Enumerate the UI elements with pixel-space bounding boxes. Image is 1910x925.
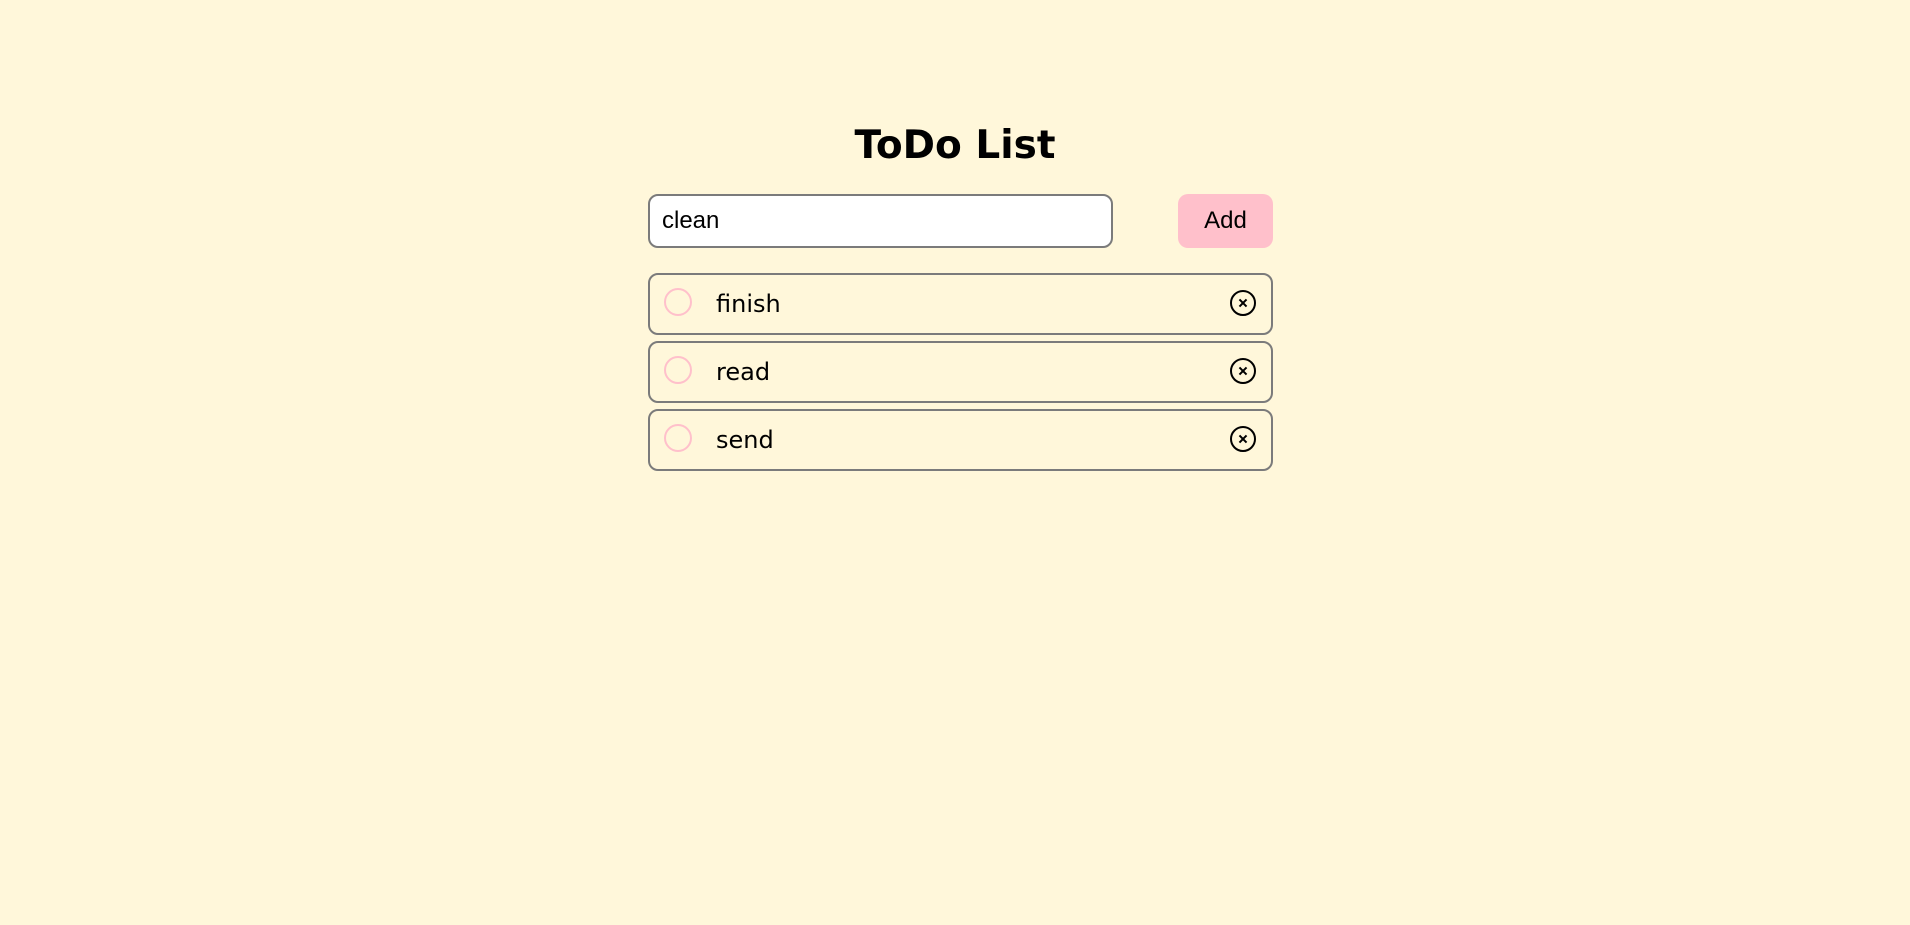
todo-text: send xyxy=(716,426,774,454)
empty-circle-icon[interactable] xyxy=(664,288,692,316)
todo-item: read xyxy=(648,341,1273,403)
close-circle-icon[interactable] xyxy=(1230,426,1256,452)
close-circle-icon[interactable] xyxy=(1230,290,1256,316)
todo-item: finish xyxy=(648,273,1273,335)
todo-input[interactable] xyxy=(648,194,1113,248)
close-circle-icon[interactable] xyxy=(1230,358,1256,384)
todo-list: finish read send xyxy=(648,273,1273,477)
todo-app: ToDo List Add finish read send xyxy=(0,0,1910,925)
page-title: ToDo List xyxy=(854,123,1056,168)
empty-circle-icon[interactable] xyxy=(664,356,692,384)
todo-text: finish xyxy=(716,290,781,318)
todo-text: read xyxy=(716,358,771,386)
todo-item: send xyxy=(648,409,1273,471)
add-button[interactable]: Add xyxy=(1178,194,1273,248)
empty-circle-icon[interactable] xyxy=(664,424,692,452)
